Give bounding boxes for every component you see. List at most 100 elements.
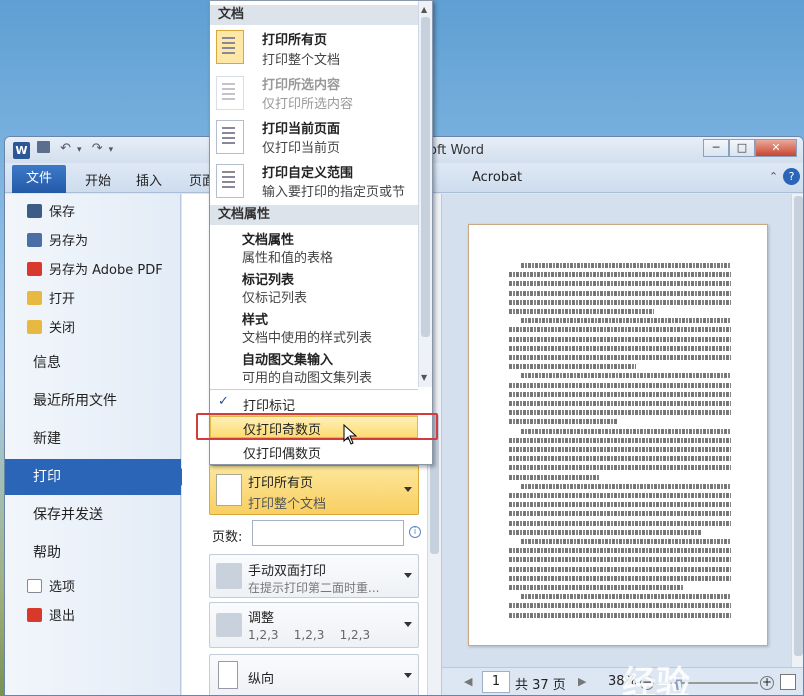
tab-file[interactable]: 文件 [12, 165, 66, 193]
menu-item-print-selection[interactable]: 打印所选内容 仅打印所选内容 [210, 71, 418, 115]
print-all-desc: 打印整个文档 [262, 53, 341, 68]
exit-icon [27, 608, 42, 622]
current-page-icon [216, 120, 244, 154]
preview-text-line [509, 382, 731, 388]
exit-menu-item[interactable]: 退出 [27, 606, 177, 628]
tab-home[interactable]: 开始 [85, 170, 111, 189]
undo-icon[interactable]: ↶ [60, 141, 71, 156]
new-menu-item[interactable]: 新建 [5, 421, 181, 457]
word-app-icon[interactable]: W [13, 142, 30, 159]
orientation-selector[interactable]: 纵向 [209, 654, 419, 695]
preview-text-line [509, 327, 731, 333]
maximize-button[interactable]: □ [729, 139, 755, 157]
menu-item-print-current[interactable]: 打印当前页面 仅打印当前页 [210, 115, 418, 159]
zoom-in-icon[interactable]: + [760, 676, 774, 690]
dropdown-scrollbar[interactable]: ▲ ▼ [418, 1, 432, 387]
menu-item-autotext[interactable]: 自动图文集输入 可用的自动图文集列表 [210, 347, 418, 387]
info-menu-item[interactable]: 信息 [5, 345, 181, 381]
menu-item-doc-properties[interactable]: 文档属性 属性和值的表格 [210, 227, 418, 267]
preview-text-line [509, 548, 731, 554]
window-controls: ─ □ ✕ [703, 139, 797, 157]
save-as-pdf-label: 另存为 Adobe PDF [49, 263, 163, 278]
preview-text-line [509, 493, 731, 498]
preview-text-line [509, 419, 618, 425]
tab-insert[interactable]: 插入 [136, 170, 162, 189]
open-label: 打开 [49, 292, 76, 307]
dropdown-scrollbar-thumb[interactable] [421, 17, 430, 337]
preview-scrollbar-thumb[interactable] [794, 196, 803, 656]
fit-page-icon[interactable] [780, 674, 796, 690]
preview-text-line [509, 511, 731, 517]
duplex-selector[interactable]: 手动双面打印 在提示打印第二面时重... [209, 554, 419, 598]
page-number-input[interactable]: 1 [482, 671, 510, 693]
save-icon[interactable] [37, 141, 50, 153]
undo-dropdown-icon[interactable]: ▾ [77, 145, 82, 155]
print-selection-desc: 仅打印所选内容 [262, 97, 354, 112]
close-menu-item[interactable]: 关闭 [27, 318, 177, 340]
options-menu-item[interactable]: 选项 [27, 577, 177, 599]
menu-item-markup-list[interactable]: 标记列表 仅标记列表 [210, 267, 418, 307]
collate-selector[interactable]: 调整 1,2,3 1,2,3 1,2,3 [209, 602, 419, 648]
portrait-icon [218, 661, 238, 689]
chevron-down-icon [404, 673, 412, 678]
doc-properties-desc: 属性和值的表格 [242, 251, 334, 266]
scroll-up-icon[interactable]: ▲ [421, 5, 427, 14]
styles-desc: 文档中使用的样式列表 [242, 331, 373, 346]
save-as-menu-item[interactable]: 另存为 [27, 231, 177, 253]
close-button[interactable]: ✕ [755, 139, 797, 157]
prev-page-button[interactable]: ◀ [464, 675, 472, 688]
menu-item-print-all[interactable]: 打印所有页 打印整个文档 [210, 25, 418, 71]
folder-open-icon [27, 291, 42, 305]
help-icon[interactable]: ? [783, 168, 800, 185]
preview-text-line [509, 345, 731, 351]
menu-item-styles[interactable]: 样式 文档中使用的样式列表 [210, 307, 418, 347]
save-as-pdf-menu-item[interactable]: 另存为 Adobe PDF [27, 260, 177, 282]
save-send-menu-item[interactable]: 保存并发送 [5, 497, 181, 533]
exit-label: 退出 [49, 609, 76, 624]
chevron-down-icon [404, 622, 412, 627]
ribbon-collapse-icon[interactable]: ⌃ [765, 168, 782, 185]
print-menu-item[interactable]: 打印 [5, 459, 189, 495]
print-preview: ◀ 1 共 37 页 ▶ 38% − + 经验 [441, 194, 803, 695]
redo-icon[interactable]: ↷ [92, 141, 103, 156]
menu-item-even-pages[interactable]: 仅打印偶数页 [210, 440, 418, 462]
menu-item-print-markup[interactable]: ✓ 打印标记 [210, 392, 418, 414]
collate-title: 调整 [248, 611, 275, 626]
preview-text-line [509, 355, 731, 360]
preview-text-line [521, 539, 731, 544]
preview-scrollbar[interactable] [791, 194, 803, 667]
preview-text-line [509, 456, 731, 462]
close-label: 关闭 [49, 321, 76, 336]
preview-text-line [509, 585, 684, 590]
info-icon[interactable]: i [409, 526, 421, 538]
backstage-nav: 保存 另存为 另存为 Adobe PDF 打开 关闭 信息 最近所用文件 新建 … [5, 194, 189, 695]
autotext-title: 自动图文集输入 [242, 353, 334, 368]
save-icon [27, 204, 42, 218]
save-menu-item[interactable]: 保存 [27, 202, 177, 224]
preview-text-line [509, 529, 702, 535]
preview-text-line [509, 401, 731, 406]
doc-properties-title: 文档属性 [242, 233, 295, 248]
page-range-selector[interactable]: 打印所有页 打印整个文档 [209, 465, 419, 515]
recent-menu-item[interactable]: 最近所用文件 [5, 383, 181, 419]
menu-item-print-custom[interactable]: 打印自定义范围 输入要打印的指定页或节 [210, 159, 418, 203]
mouse-cursor-icon [343, 424, 357, 445]
orientation-title: 纵向 [248, 672, 275, 687]
pages-icon [216, 474, 242, 506]
help-menu-item[interactable]: 帮助 [5, 535, 181, 571]
preview-page [468, 224, 768, 646]
minimize-button[interactable]: ─ [703, 139, 729, 157]
pages-input[interactable] [252, 520, 404, 546]
styles-title: 样式 [242, 313, 269, 328]
highlight-box [196, 413, 438, 440]
collate-desc: 1,2,3 1,2,3 1,2,3 [248, 628, 371, 642]
open-menu-item[interactable]: 打开 [27, 289, 177, 311]
tab-acrobat[interactable]: Acrobat [472, 170, 522, 185]
options-icon [27, 579, 42, 593]
next-page-button[interactable]: ▶ [578, 675, 586, 688]
scroll-down-icon[interactable]: ▼ [421, 373, 427, 382]
print-custom-title: 打印自定义范围 [262, 166, 354, 181]
customize-qat-icon[interactable]: ▾ [109, 145, 114, 155]
preview-text-line [509, 575, 731, 581]
chevron-down-icon [404, 573, 412, 578]
